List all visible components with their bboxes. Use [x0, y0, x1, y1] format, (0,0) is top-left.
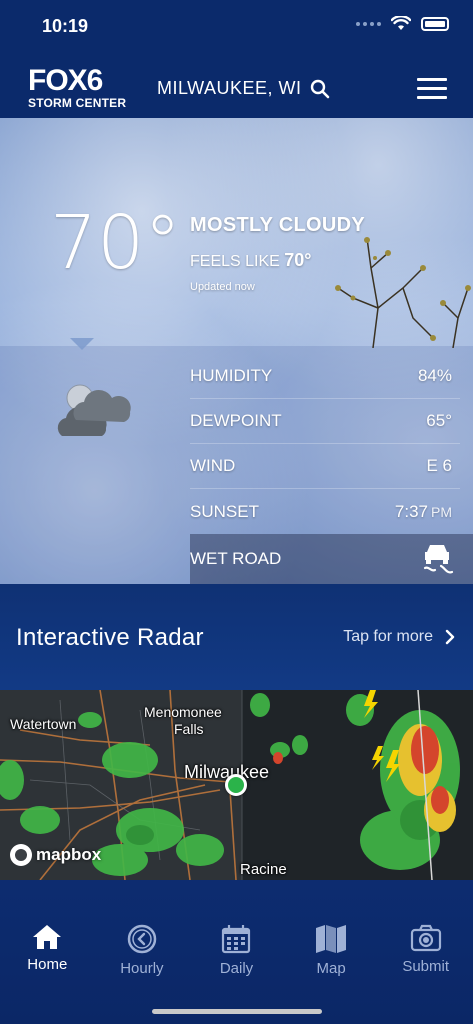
mapbox-label: mapbox — [36, 845, 102, 864]
stat-value: 84% — [417, 366, 452, 385]
updated-timestamp: Updated now — [190, 281, 255, 293]
tab-submit[interactable]: Submit — [378, 924, 473, 977]
stat-label: SUNSET — [190, 501, 259, 521]
tab-hourly[interactable]: Hourly — [95, 924, 190, 977]
chevron-right-icon — [445, 629, 455, 645]
tab-label: Home — [27, 956, 68, 973]
stat-sunset: SUNSET 7:37 PM — [190, 489, 460, 534]
map-icon — [316, 925, 347, 953]
stat-value: E 6 — [426, 456, 452, 475]
wifi-icon — [391, 16, 411, 30]
radar-more-link[interactable]: Tap for more — [343, 628, 455, 646]
mapbox-attribution[interactable]: mapbox — [10, 844, 101, 866]
radar-map[interactable]: Watertown Menomonee Falls Milwaukee Raci… — [0, 690, 473, 880]
location-label: MILWAUKEE, WI — [157, 78, 302, 98]
current-conditions-panel: 70° MOSTLY CLOUDY FEELS LIKE 70° Updated… — [0, 118, 473, 584]
stat-label: DEWPOINT — [190, 411, 282, 430]
feels-like-label: FEELS LIKE — [190, 253, 280, 270]
radar-title: Interactive Radar — [16, 624, 204, 651]
stat-wind: WIND E 6 — [190, 444, 460, 489]
tab-list: Home Hourly Daily Map Submit — [0, 924, 473, 977]
app-header: FOX6 STORM CENTER MILWAUKEE, WI — [0, 58, 473, 118]
hamburger-menu-icon[interactable] — [417, 78, 447, 100]
tab-home[interactable]: Home — [0, 924, 95, 977]
sunset-time: 7:37 — [394, 501, 428, 521]
sunset-unit: PM — [431, 503, 452, 520]
tab-daily[interactable]: Daily — [189, 924, 284, 977]
feels-like: FEELS LIKE 70° — [190, 250, 312, 271]
location-selector[interactable]: MILWAUKEE, WI — [157, 78, 330, 99]
panel-notch — [70, 338, 94, 350]
stat-value: 7:37 PM — [395, 502, 452, 522]
stat-dewpoint: DEWPOINT 65° — [190, 399, 460, 444]
feels-like-value: 70° — [284, 250, 312, 270]
status-icons — [356, 16, 449, 31]
map-label-racine: Racine — [240, 861, 287, 878]
status-bar: 10:19 — [0, 0, 473, 50]
stat-value: 65° — [426, 411, 452, 430]
clock-icon — [127, 924, 157, 954]
current-location-pin[interactable] — [225, 774, 247, 796]
bottom-tab-bar: Home Hourly Daily Map Submit — [0, 880, 473, 1024]
tab-label: Map — [316, 960, 346, 977]
map-label-menomonee: Menomonee — [144, 704, 222, 720]
radar-more-label: Tap for more — [343, 628, 433, 645]
radar-section-header[interactable]: Interactive Radar Tap for more — [0, 584, 473, 690]
weather-stats: HUMIDITY 84% DEWPOINT 65° WIND E 6 SUNSE… — [190, 354, 460, 534]
mapbox-logo-icon — [10, 844, 32, 866]
tab-label: Daily — [219, 960, 254, 977]
tab-label: Hourly — [120, 960, 164, 977]
logo-main-text: FOX6 — [28, 64, 103, 97]
stat-humidity: HUMIDITY 84% — [190, 354, 460, 399]
tab-label: Submit — [402, 958, 450, 975]
alert-label: WET ROAD — [190, 549, 282, 568]
current-temperature: 70° — [50, 200, 182, 286]
current-condition: MOSTLY CLOUDY — [190, 214, 366, 236]
cellular-signal-icon — [356, 21, 381, 26]
home-indicator[interactable] — [152, 1009, 322, 1014]
map-label-watertown: Watertown — [10, 716, 77, 732]
fox6-logo[interactable]: FOX6 STORM CENTER — [28, 64, 127, 110]
tree-branches-decoration — [335, 237, 471, 348]
map-label-falls: Falls — [174, 721, 204, 737]
calendar-icon — [222, 925, 251, 954]
mostly-cloudy-icon — [57, 384, 131, 436]
slippery-road-icon — [423, 545, 454, 574]
stat-label: HUMIDITY — [190, 366, 273, 385]
status-time: 10:19 — [42, 16, 89, 36]
battery-icon — [421, 16, 449, 31]
home-icon — [33, 925, 62, 949]
stat-label: WIND — [190, 456, 236, 475]
road-condition-alert[interactable]: WET ROAD — [190, 534, 473, 584]
search-icon — [310, 79, 329, 98]
logo-sub-text: STORM CENTER — [28, 96, 127, 110]
tab-map[interactable]: Map — [284, 924, 379, 977]
camera-icon — [410, 924, 441, 952]
